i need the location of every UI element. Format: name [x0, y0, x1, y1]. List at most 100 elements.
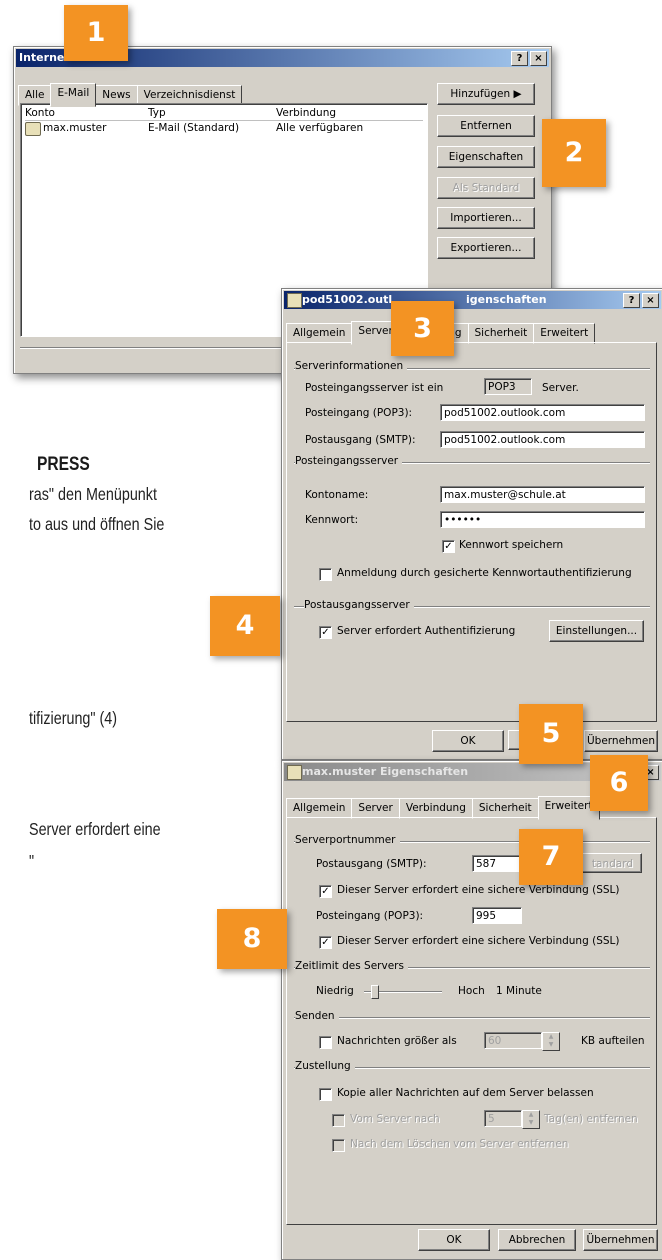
save-password-label: Kennwort speichern	[459, 539, 564, 551]
remove-when-deleted-checkbox[interactable]	[332, 1139, 345, 1152]
timeout-label: Zeitlimit des Servers	[295, 960, 408, 972]
auth-required-checkbox[interactable]: ✓	[319, 626, 332, 639]
step-badge-4: 4	[210, 596, 280, 656]
ok-button[interactable]: OK	[418, 1229, 490, 1251]
remove-after-checkbox[interactable]	[332, 1114, 345, 1127]
leave-copy-checkbox[interactable]	[319, 1088, 332, 1101]
doc-line-4: Server erfordert eine	[29, 819, 161, 839]
split-size-field[interactable]: 60	[484, 1032, 542, 1049]
mail-account-icon	[287, 293, 302, 308]
doc-heading: PRESS	[37, 454, 90, 475]
cancel-button[interactable]: Abbrechen	[498, 1229, 576, 1251]
server-tab-panel	[286, 342, 657, 722]
close-button[interactable]: ×	[530, 51, 547, 66]
smtp-port-label: Postausgang (SMTP):	[316, 858, 427, 870]
remove-when-deleted-label: Nach dem Löschen vom Server entfernen	[350, 1138, 569, 1150]
password-field[interactable]: ••••••	[440, 511, 645, 528]
tab-verbindung[interactable]: Verbindung	[398, 798, 473, 819]
accounts-title: Internet	[19, 51, 70, 64]
server-info-label: Serverinformationen	[295, 360, 408, 372]
apply-button[interactable]: Übernehmen	[583, 1229, 658, 1251]
split-messages-checkbox[interactable]	[319, 1036, 332, 1049]
set-default-button[interactable]: Als Standard	[437, 177, 535, 199]
incoming-type-label: Posteingangsserver ist ein	[305, 382, 444, 394]
incoming-server-label: Posteingangsserver	[295, 455, 403, 467]
ssl-smtp-checkbox[interactable]: ✓	[319, 885, 332, 898]
step-badge-3: 3	[391, 301, 454, 356]
help-button[interactable]: ?	[623, 293, 640, 308]
pop3-label: Posteingang (POP3):	[305, 407, 413, 419]
tab-allgemein[interactable]: Allgemein	[286, 798, 353, 819]
server-titlebar: pod51002.outl igenschaften ? ×	[284, 291, 661, 309]
close-button[interactable]: ×	[642, 293, 659, 308]
ssl-pop3-checkbox[interactable]: ✓	[319, 936, 332, 949]
properties-button[interactable]: Eigenschaften	[437, 146, 535, 168]
remove-button[interactable]: Entfernen	[437, 115, 535, 137]
ok-button[interactable]: OK	[432, 730, 504, 752]
pop3-port-field[interactable]: 995	[472, 907, 522, 924]
advanced-properties-dialog: max.muster Eigenschaften × Allgemein Ser…	[281, 760, 662, 1260]
apply-button[interactable]: Übernehmen	[584, 730, 658, 752]
leave-copy-label: Kopie aller Nachrichten auf dem Server b…	[337, 1087, 594, 1099]
smtp-server-field[interactable]: pod51002.outlook.com	[440, 431, 645, 448]
export-button[interactable]: Exportieren...	[437, 237, 535, 259]
import-button[interactable]: Importieren...	[437, 207, 535, 229]
row-verbindung: Alle verfügbaren	[276, 122, 364, 134]
tab-allgemein[interactable]: Allgemein	[286, 323, 353, 344]
split-size-spinner[interactable]: ▲ ▼	[542, 1032, 560, 1051]
account-name-field[interactable]: max.muster@schule.at	[440, 486, 645, 503]
add-button-label: Hinzufügen	[450, 88, 511, 100]
help-button[interactable]: ?	[511, 51, 528, 66]
tab-server[interactable]: Server	[351, 798, 400, 819]
col-konto[interactable]: Konto	[25, 107, 55, 119]
step-badge-1: 1	[64, 5, 128, 61]
settings-button[interactable]: Einstellungen...	[549, 620, 644, 642]
remove-after-spinner[interactable]: ▲ ▼	[522, 1110, 540, 1129]
tab-sicherheit[interactable]: Sicherheit	[471, 798, 539, 819]
delivery-label: Zustellung	[295, 1060, 355, 1072]
timeout-low-label: Niedrig	[316, 985, 354, 997]
mail-account-icon	[25, 122, 41, 136]
incoming-type-field: POP3	[484, 378, 532, 395]
arrow-right-icon: ▶	[513, 88, 522, 100]
tab-email[interactable]: E-Mail	[50, 83, 97, 107]
doc-line-1: ras" den Menüpunkt	[29, 484, 157, 504]
pop3-port-label: Posteingang (POP3):	[316, 910, 424, 922]
step-badge-5: 5	[519, 704, 583, 764]
send-label: Senden	[295, 1010, 339, 1022]
spa-checkbox[interactable]	[319, 568, 332, 581]
remove-after-label: Vom Server nach	[350, 1113, 440, 1125]
add-button[interactable]: Hinzufügen ▶	[437, 83, 535, 105]
incoming-type-suffix: Server.	[542, 382, 579, 394]
remove-after-field[interactable]: 5	[484, 1110, 522, 1127]
slider-thumb[interactable]	[371, 985, 379, 999]
step-badge-7: 7	[519, 829, 583, 885]
timeout-value: 1 Minute	[496, 985, 542, 997]
col-verbindung[interactable]: Verbindung	[276, 107, 336, 119]
timeout-slider[interactable]	[364, 985, 442, 999]
advanced-title: max.muster Eigenschaften	[302, 765, 469, 778]
outgoing-server-label: Postausgangsserver	[304, 599, 414, 611]
ports-label: Serverportnummer	[295, 834, 400, 846]
use-default-button[interactable]: tandard	[576, 853, 642, 873]
step-badge-8: 8	[217, 909, 287, 969]
timeout-high-label: Hoch	[458, 985, 485, 997]
send-group	[294, 1017, 650, 1019]
server-title-left: pod51002.outl	[302, 293, 393, 306]
tab-sicherheit[interactable]: Sicherheit	[467, 323, 535, 344]
ssl-pop3-label: Dieser Server erfordert eine sichere Ver…	[337, 935, 620, 947]
account-name-label: Kontoname:	[305, 489, 369, 501]
remove-after-suffix: Tag(en) entfernen	[544, 1113, 638, 1125]
split-messages-label: Nachrichten größer als	[337, 1035, 457, 1047]
save-password-checkbox[interactable]: ✓	[442, 540, 455, 553]
advanced-tab-panel	[286, 817, 657, 1225]
server-title-right: igenschaften	[466, 293, 547, 306]
auth-required-label: Server erfordert Authentifizierung	[337, 625, 516, 637]
smtp-port-field[interactable]: 587	[472, 855, 522, 872]
pop3-server-field[interactable]: pod51002.outlook.com	[440, 404, 645, 421]
table-row[interactable]: max.muster E-Mail (Standard) Alle verfüg…	[25, 121, 421, 136]
row-typ: E-Mail (Standard)	[148, 122, 240, 134]
smtp-label: Postausgang (SMTP):	[305, 434, 416, 446]
tab-erweitert[interactable]: Erweitert	[533, 323, 596, 344]
col-typ[interactable]: Typ	[148, 107, 166, 119]
